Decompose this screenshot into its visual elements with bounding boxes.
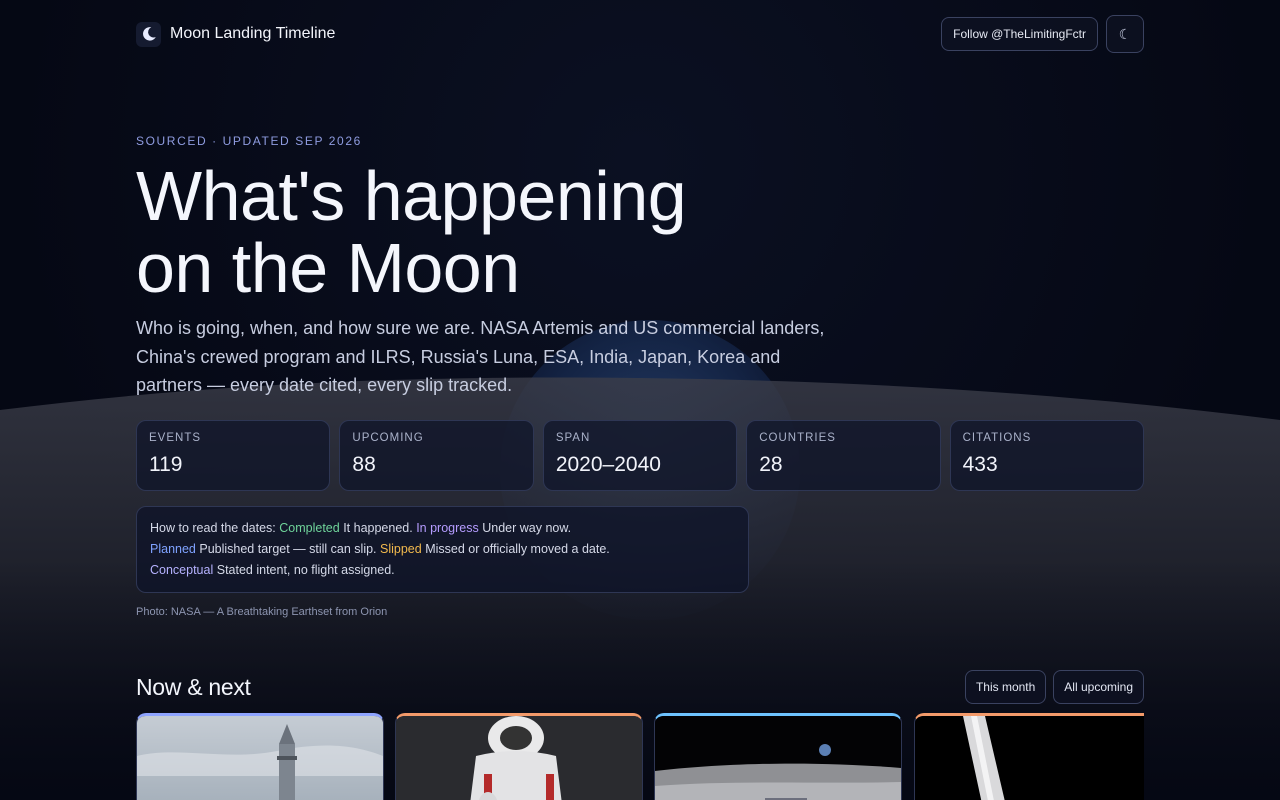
stat-label: EVENTS [149,431,202,444]
legend-slipped: Slipped [380,541,422,556]
event-card[interactable] [654,713,902,800]
legend-line-1: How to read the dates: Completed It happ… [150,518,735,539]
filter-all-upcoming-button[interactable]: All upcoming [1053,670,1144,704]
title-line-1: What's happening [136,157,687,235]
stat-label: SPAN [555,431,591,444]
now-next-section: Now & next This month All upcoming [136,670,1144,800]
legend-completed: Completed [279,520,340,535]
legend-conceptual-desc: Stated intent, no flight assigned. [216,562,395,577]
stat-upcoming: UPCOMING 88 [339,419,534,491]
hero: SOURCED · UPDATED SEP 2026 What's happen… [136,134,1146,618]
stat-citations: CITATIONS 433 [949,419,1145,491]
astronaut-image [396,716,642,800]
stats-row: EVENTS 119 UPCOMING 88 SPAN 2020–2040 CO… [136,419,1145,491]
brand[interactable]: Moon Landing Timeline [136,21,336,47]
legend-intro: How to read the dates: [150,520,276,535]
hero-subtitle: Who is going, when, and how sure we are.… [136,318,825,395]
theme-toggle-button[interactable]: ☾ [1106,15,1144,53]
stat-value: 2020–2040 [555,452,661,476]
stat-countries: COUNTRIES 28 [746,419,941,491]
filter-this-month-button[interactable]: This month [964,670,1047,704]
starship-image [137,716,383,800]
stat-value: 28 [759,452,783,476]
title-line-2: on the Moon [136,229,520,307]
legend-slipped-desc: Missed or officially moved a date. [425,541,610,556]
event-card[interactable] [136,713,384,800]
event-cards [136,713,1144,800]
stat-value: 433 [962,452,998,476]
legend-line-2: Planned Published target — still can sli… [150,539,735,560]
stat-label: COUNTRIES [759,431,836,444]
event-card[interactable] [395,713,643,800]
stat-events: EVENTS 119 [136,419,331,491]
rocket-image [915,716,1144,800]
section-title: Now & next [136,673,251,700]
stat-label: UPCOMING [352,431,424,444]
stat-span: SPAN 2020–2040 [542,419,738,491]
legend-line-3: Conceptual Stated intent, no flight assi… [150,560,735,581]
photo-credit: Photo: NASA — A Breathtaking Earthset fr… [136,605,388,618]
filter-group: This month All upcoming [964,670,1144,704]
page: Moon Landing Timeline Follow @TheLimitin… [0,0,1280,800]
top-bar: Moon Landing Timeline Follow @TheLimitin… [136,15,1144,53]
follow-button[interactable]: Follow @TheLimitingFctr [941,17,1098,51]
date-status-legend: How to read the dates: Completed It happ… [136,505,749,593]
page-title: What's happening on the Moon [136,160,1146,304]
legend-completed-desc: It happened. [343,520,413,535]
stat-label: CITATIONS [962,431,1032,444]
legend-in-progress-desc: Under way now. [482,520,572,535]
legend-planned: Planned [150,541,196,556]
lunar-lander-image [655,716,901,800]
app-title: Moon Landing Timeline [170,25,336,42]
stat-value: 119 [149,452,183,476]
event-card[interactable] [914,713,1144,800]
section-header: Now & next This month All upcoming [136,670,1144,704]
legend-conceptual: Conceptual [150,562,214,577]
stat-value: 88 [352,452,376,476]
legend-planned-desc: Published target — still can slip. [199,541,377,556]
kicker: SOURCED · UPDATED SEP 2026 [136,134,362,148]
crescent-moon-icon [136,21,161,47]
legend-in-progress: In progress [416,520,479,535]
header-actions: Follow @TheLimitingFctr ☾ [941,15,1144,53]
moon-icon: ☾ [1118,25,1132,42]
